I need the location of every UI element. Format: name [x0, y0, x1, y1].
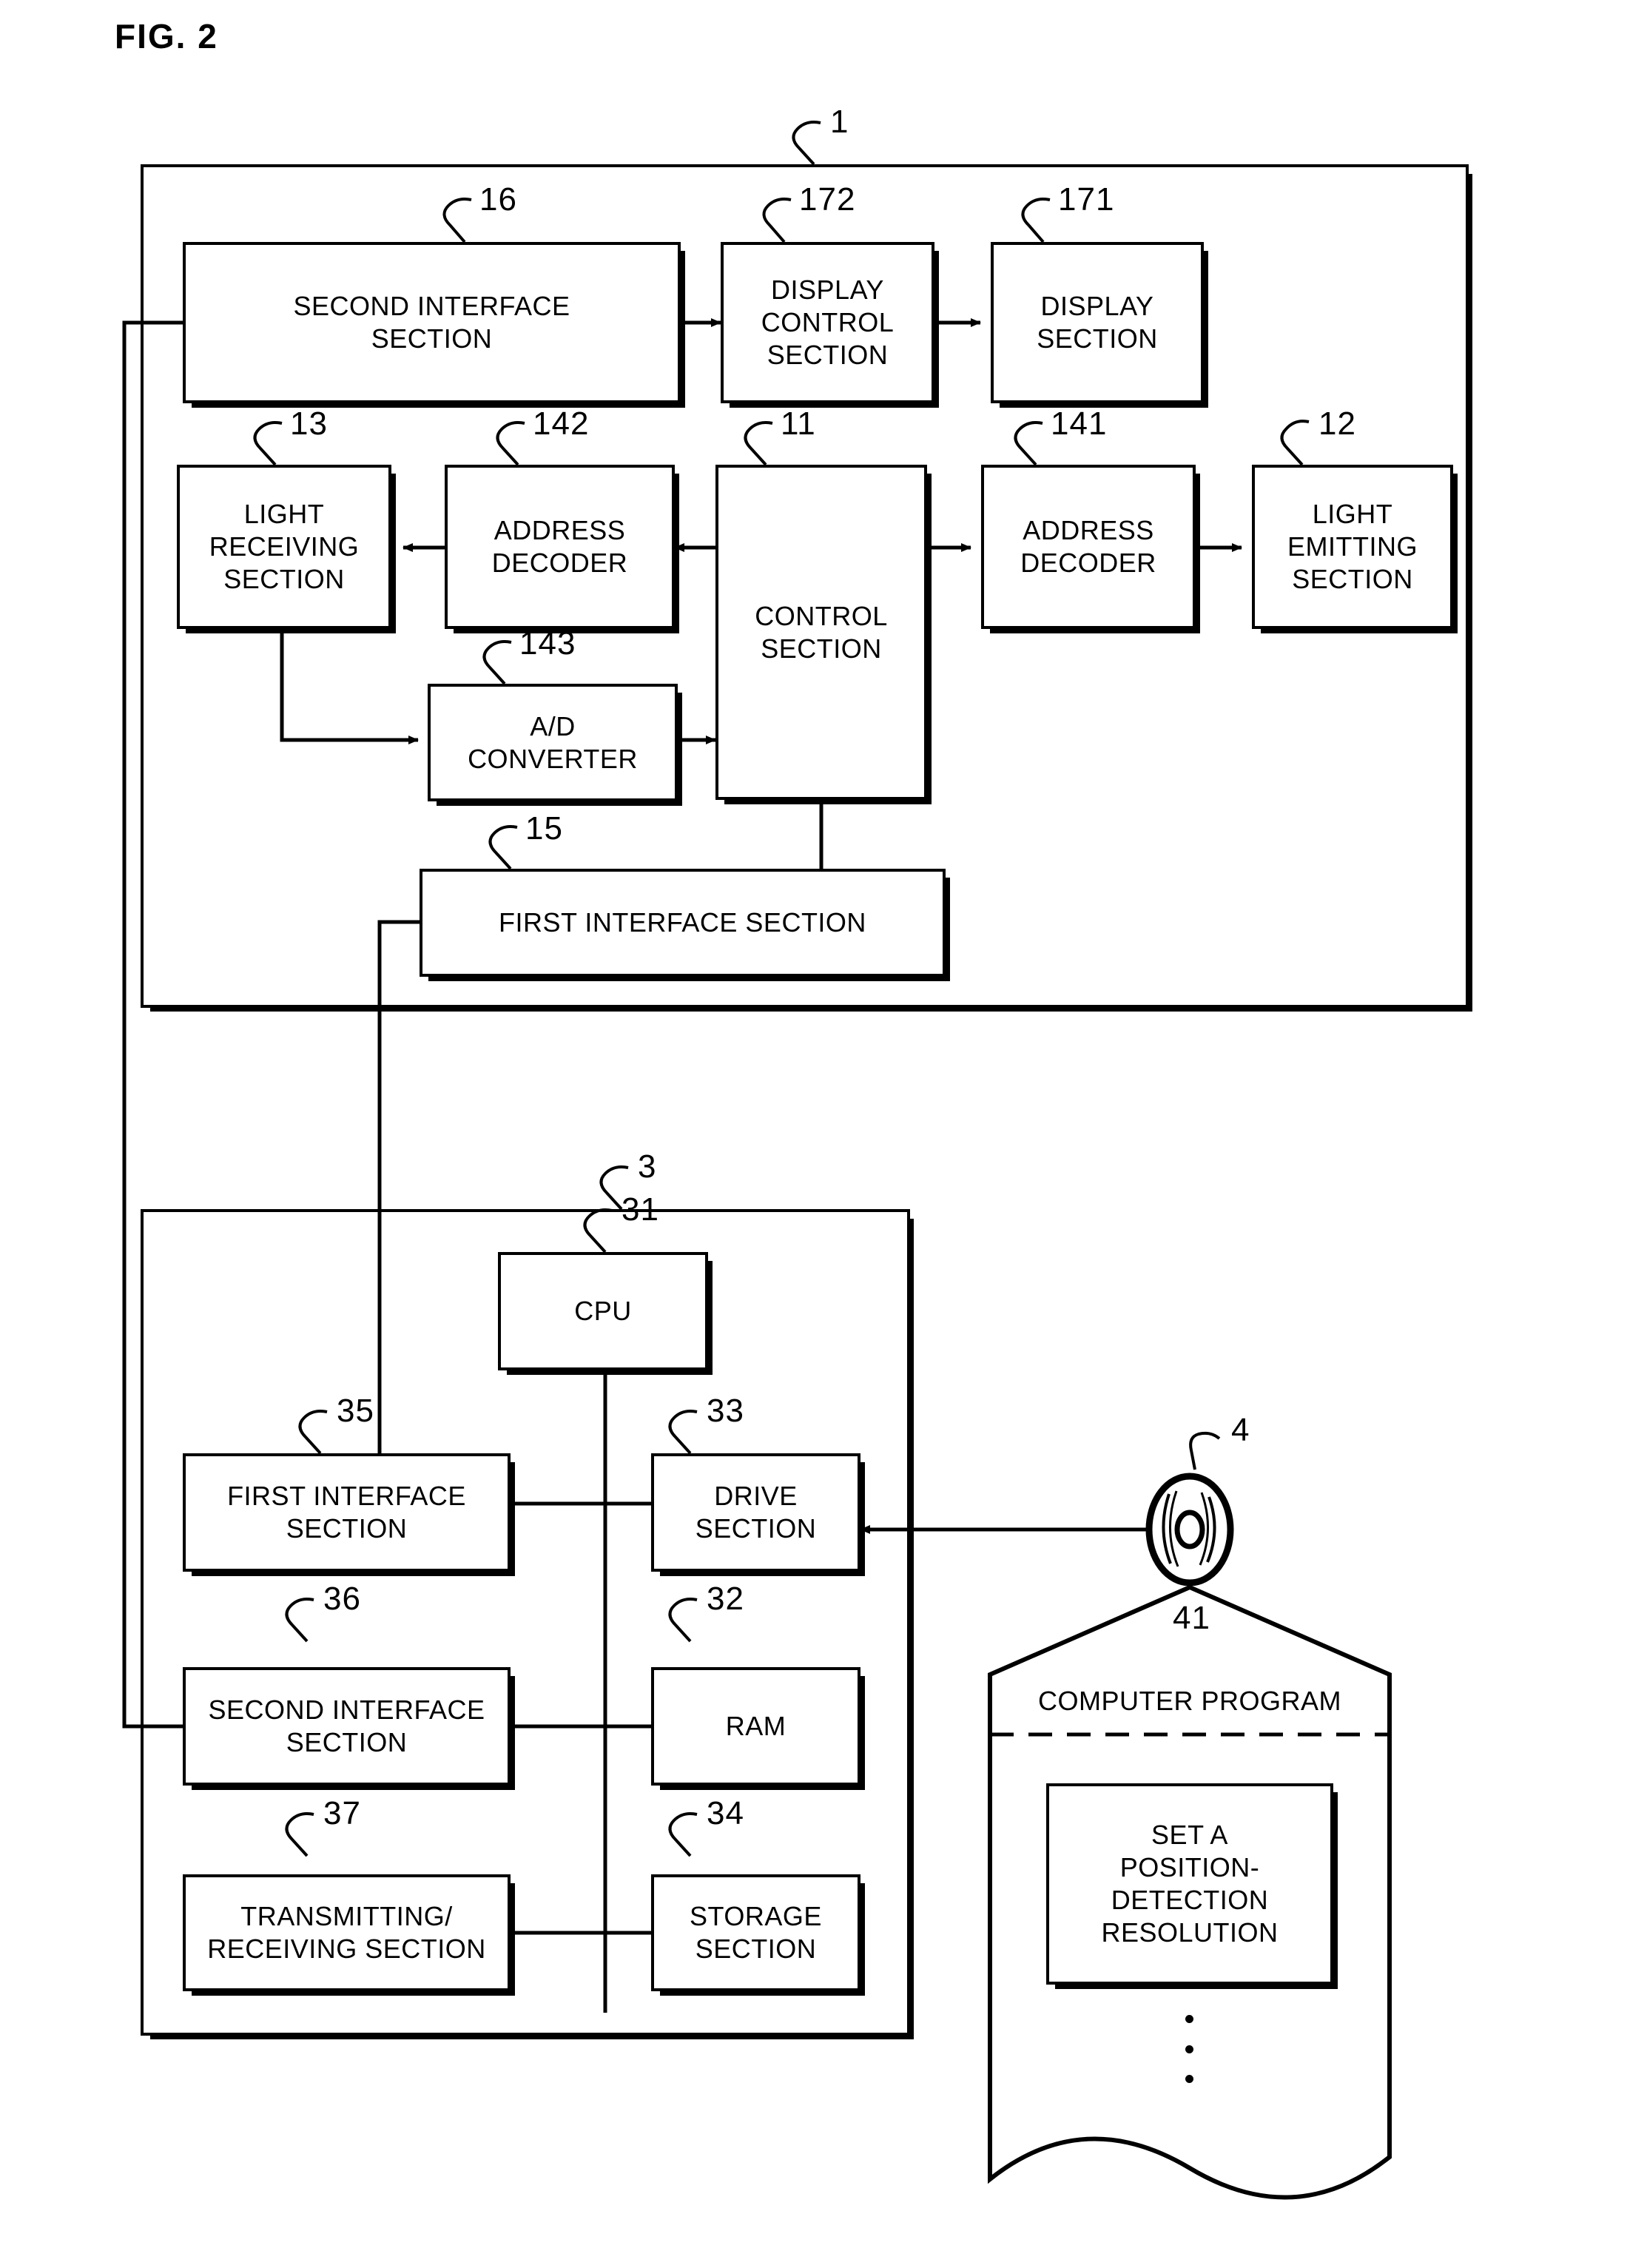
ref-label-1: 1	[830, 104, 849, 140]
ref-label-12: 12	[1318, 406, 1356, 442]
block-address-decoder-142[interactable]: ADDRESS DECODER	[445, 465, 675, 629]
block-second-interface-section-36[interactable]: SECOND INTERFACE SECTION	[183, 1667, 511, 1786]
block-label: CPU	[574, 1296, 632, 1327]
ref-label-13: 13	[290, 406, 328, 442]
block-label: SECOND INTERFACE SECTION	[208, 1695, 485, 1757]
block-label: DRIVE SECTION	[695, 1481, 817, 1544]
block-address-decoder-141[interactable]: ADDRESS DECODER	[981, 465, 1196, 629]
block-display-section-171[interactable]: DISPLAY SECTION	[991, 242, 1204, 403]
block-label: DISPLAY CONTROL SECTION	[761, 275, 895, 370]
ref-label-143: 143	[519, 625, 576, 662]
block-second-interface-section-16[interactable]: SECOND INTERFACE SECTION	[183, 242, 681, 403]
block-set-position-detection-resolution[interactable]: SET A POSITION- DETECTION RESOLUTION	[1046, 1783, 1333, 1985]
ref-label-36: 36	[323, 1581, 361, 1617]
block-label: LIGHT EMITTING SECTION	[1287, 499, 1418, 594]
ref-label-31: 31	[622, 1191, 659, 1228]
ref-label-15: 15	[525, 810, 563, 847]
block-label: DISPLAY SECTION	[1037, 291, 1158, 354]
block-ad-converter-143[interactable]: A/D CONVERTER	[428, 684, 678, 801]
block-label: SECOND INTERFACE SECTION	[293, 291, 570, 354]
ref-label-11: 11	[781, 406, 816, 442]
block-storage-section-34[interactable]: STORAGE SECTION	[651, 1874, 860, 1991]
block-label: FIRST INTERFACE SECTION	[499, 907, 866, 938]
computer-program-title: COMPUTER PROGRAM	[1037, 1686, 1341, 1716]
block-light-receiving-section-13[interactable]: LIGHT RECEIVING SECTION	[177, 465, 391, 629]
block-light-emitting-section-12[interactable]: LIGHT EMITTING SECTION	[1252, 465, 1453, 629]
block-label: CONTROL SECTION	[755, 600, 888, 664]
ref-label-171: 171	[1058, 181, 1115, 218]
ref-label-172: 172	[799, 181, 856, 218]
block-display-control-section-172[interactable]: DISPLAY CONTROL SECTION	[721, 242, 934, 403]
block-label: RAM	[725, 1711, 787, 1742]
ref-label-3: 3	[638, 1148, 657, 1185]
block-control-section-11[interactable]: CONTROL SECTION	[715, 465, 927, 800]
dot-3	[1185, 2075, 1193, 2083]
recording-medium-disk	[1145, 1473, 1234, 1586]
block-cpu-31[interactable]: CPU	[498, 1252, 708, 1370]
block-label: TRANSMITTING/ RECEIVING SECTION	[207, 1901, 486, 1964]
block-label: A/D CONVERTER	[468, 710, 638, 774]
block-label: ADDRESS DECODER	[491, 515, 628, 578]
ref-label-142: 142	[533, 406, 590, 442]
vertical-ellipsis	[1185, 2015, 1193, 2083]
ref-label-37: 37	[323, 1795, 361, 1831]
block-first-interface-section-15[interactable]: FIRST INTERFACE SECTION	[420, 869, 946, 977]
dot-1	[1185, 2015, 1193, 2023]
ref-label-32: 32	[707, 1581, 744, 1617]
block-label: STORAGE SECTION	[690, 1901, 822, 1964]
block-ram-32[interactable]: RAM	[651, 1667, 860, 1786]
ref-label-34: 34	[707, 1795, 744, 1831]
ref-label-35: 35	[337, 1393, 374, 1429]
ref-label-41: 41	[1173, 1600, 1210, 1636]
ref-label-4: 4	[1231, 1412, 1250, 1448]
ref-label-33: 33	[707, 1393, 744, 1429]
patent-figure: FIG. 2 SECOND INTERFACE SECTION DISPLAY …	[0, 0, 1647, 2268]
block-drive-section-33[interactable]: DRIVE SECTION	[651, 1453, 860, 1572]
block-transmitting-receiving-section-37[interactable]: TRANSMITTING/ RECEIVING SECTION	[183, 1874, 511, 1991]
block-first-interface-section-35[interactable]: FIRST INTERFACE SECTION	[183, 1453, 511, 1572]
ref-label-16: 16	[479, 181, 517, 218]
block-label: ADDRESS DECODER	[1020, 515, 1156, 578]
block-label: FIRST INTERFACE SECTION	[227, 1481, 466, 1544]
block-label: SET A POSITION- DETECTION RESOLUTION	[1101, 1820, 1279, 1948]
dot-2	[1185, 2045, 1193, 2053]
ref-label-141: 141	[1051, 406, 1108, 442]
block-label: LIGHT RECEIVING SECTION	[209, 499, 360, 594]
